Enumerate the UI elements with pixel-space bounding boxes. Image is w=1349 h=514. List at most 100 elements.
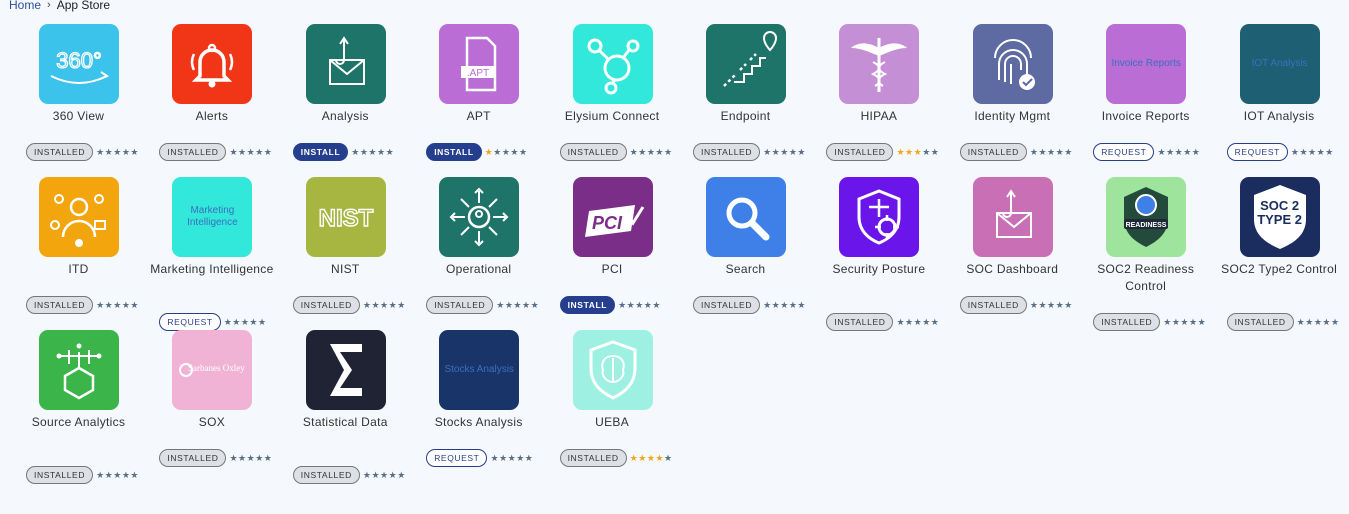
- rating-stars[interactable]: ★★★★★: [96, 300, 139, 311]
- star-icon[interactable]: ★: [1305, 317, 1314, 327]
- star-icon[interactable]: ★: [797, 147, 806, 157]
- rating-stars[interactable]: ★★★★★: [351, 147, 394, 158]
- star-icon[interactable]: ★: [655, 453, 664, 463]
- star-icon[interactable]: ★: [763, 300, 772, 310]
- iot-analysis-image[interactable]: IOT Analysis: [1239, 24, 1320, 104]
- star-icon[interactable]: ★: [247, 147, 256, 157]
- stocks-analysis-image[interactable]: Stocks Analysis: [439, 330, 520, 410]
- rating-stars[interactable]: ★★★★★: [1297, 317, 1340, 328]
- star-icon[interactable]: ★: [772, 300, 781, 310]
- star-icon[interactable]: ★: [1166, 147, 1175, 157]
- star-icon[interactable]: ★: [664, 453, 673, 463]
- app-card[interactable]: Invoice Reports Invoice Reports REQUEST ★★★…: [1079, 24, 1212, 174]
- app-card[interactable]: Statistical Data INSTALLED ★★★★★: [279, 330, 412, 484]
- envelope-hook-icon[interactable]: [305, 24, 386, 104]
- rating-stars[interactable]: ★★★★★: [96, 470, 139, 481]
- star-icon[interactable]: ★: [1047, 147, 1056, 157]
- app-card[interactable]: UEBA INSTALLED ★★★★★: [546, 330, 679, 480]
- star-icon[interactable]: ★: [618, 300, 627, 310]
- 360-icon[interactable]: 360°: [39, 24, 119, 104]
- envelope-hook-icon[interactable]: [972, 177, 1053, 257]
- star-icon[interactable]: ★: [1157, 147, 1166, 157]
- app-card[interactable]: IOT Analysis IOT Analysis REQUEST ★★★★★: [1213, 24, 1346, 174]
- star-icon[interactable]: ★: [630, 453, 639, 463]
- star-icon[interactable]: ★: [224, 317, 233, 327]
- search-icon[interactable]: [706, 177, 786, 257]
- app-card[interactable]: PCI PCI INSTALL ★★★★★: [546, 177, 679, 327]
- rating-stars[interactable]: ★★★★★: [363, 470, 406, 481]
- app-card[interactable]: HIPAA INSTALLED ★★★★★: [812, 24, 945, 174]
- app-card[interactable]: SOC 2 TYPE 2 SOC2 Type2 Control INSTALLED ★★…: [1213, 177, 1346, 331]
- rating-stars[interactable]: ★★★★★: [229, 147, 272, 158]
- star-icon[interactable]: ★: [238, 147, 247, 157]
- app-card[interactable]: SOC Dashboard INSTALLED ★★★★★: [946, 177, 1079, 327]
- fingerprint-icon[interactable]: [972, 24, 1053, 104]
- star-icon[interactable]: ★: [493, 147, 502, 157]
- rating-stars[interactable]: ★★★★★: [1030, 147, 1073, 158]
- sox-icon[interactable]: Sarbanes Oxley: [172, 330, 253, 410]
- star-icon[interactable]: ★: [113, 147, 122, 157]
- star-icon[interactable]: ★: [105, 147, 114, 157]
- star-icon[interactable]: ★: [96, 470, 105, 480]
- rating-stars[interactable]: ★★★★★: [763, 300, 806, 311]
- star-icon[interactable]: ★: [780, 300, 789, 310]
- star-icon[interactable]: ★: [1189, 317, 1198, 327]
- star-icon[interactable]: ★: [247, 453, 256, 463]
- star-icon[interactable]: ★: [1325, 147, 1334, 157]
- star-icon[interactable]: ★: [763, 147, 772, 157]
- star-icon[interactable]: ★: [496, 300, 505, 310]
- star-icon[interactable]: ★: [652, 300, 661, 310]
- star-icon[interactable]: ★: [896, 317, 905, 327]
- rating-stars[interactable]: ★★★★★: [896, 317, 939, 328]
- star-icon[interactable]: ★: [397, 300, 406, 310]
- star-icon[interactable]: ★: [922, 147, 931, 157]
- app-card[interactable]: Sarbanes Oxley SOX INSTALLED ★★★★★: [145, 330, 278, 480]
- app-card[interactable]: Stocks Analysis Stocks Analysis REQUEST ★★★…: [412, 330, 545, 480]
- star-icon[interactable]: ★: [386, 147, 395, 157]
- rating-stars[interactable]: ★★★★★: [363, 300, 406, 311]
- star-icon[interactable]: ★: [1192, 147, 1201, 157]
- star-icon[interactable]: ★: [377, 147, 386, 157]
- breadcrumb-home-link[interactable]: Home: [9, 0, 41, 12]
- star-icon[interactable]: ★: [914, 147, 923, 157]
- star-icon[interactable]: ★: [510, 147, 519, 157]
- star-icon[interactable]: ★: [630, 147, 639, 157]
- install-button[interactable]: INSTALL: [292, 143, 349, 161]
- rating-stars[interactable]: ★★★★★: [1163, 317, 1206, 328]
- star-icon[interactable]: ★: [490, 453, 499, 463]
- star-icon[interactable]: ★: [1163, 317, 1172, 327]
- star-icon[interactable]: ★: [1038, 300, 1047, 310]
- star-icon[interactable]: ★: [508, 453, 517, 463]
- install-button[interactable]: INSTALL: [559, 296, 616, 314]
- star-icon[interactable]: ★: [130, 300, 139, 310]
- star-icon[interactable]: ★: [635, 300, 644, 310]
- star-icon[interactable]: ★: [780, 147, 789, 157]
- request-button[interactable]: REQUEST: [1226, 143, 1288, 161]
- bell-icon[interactable]: [172, 24, 253, 104]
- star-icon[interactable]: ★: [389, 300, 398, 310]
- star-icon[interactable]: ★: [905, 147, 914, 157]
- star-icon[interactable]: ★: [255, 453, 264, 463]
- app-card[interactable]: Security Posture INSTALLED ★★★★★: [812, 177, 945, 331]
- star-icon[interactable]: ★: [531, 300, 540, 310]
- star-icon[interactable]: ★: [105, 300, 114, 310]
- star-icon[interactable]: ★: [229, 147, 238, 157]
- star-icon[interactable]: ★: [232, 317, 241, 327]
- shield-target-icon[interactable]: [839, 177, 920, 257]
- star-icon[interactable]: ★: [113, 300, 122, 310]
- rating-stars[interactable]: ★★★★★: [1030, 300, 1073, 311]
- star-icon[interactable]: ★: [1064, 300, 1073, 310]
- star-icon[interactable]: ★: [516, 453, 525, 463]
- star-icon[interactable]: ★: [1047, 300, 1056, 310]
- pci-icon[interactable]: PCI: [572, 177, 653, 257]
- itd-icon[interactable]: [39, 177, 119, 257]
- sigma-icon[interactable]: [305, 330, 386, 410]
- request-button[interactable]: REQUEST: [159, 313, 221, 331]
- star-icon[interactable]: ★: [238, 453, 247, 463]
- star-icon[interactable]: ★: [96, 300, 105, 310]
- star-icon[interactable]: ★: [638, 147, 647, 157]
- star-icon[interactable]: ★: [255, 147, 264, 157]
- star-icon[interactable]: ★: [113, 470, 122, 480]
- star-icon[interactable]: ★: [1038, 147, 1047, 157]
- star-icon[interactable]: ★: [931, 317, 940, 327]
